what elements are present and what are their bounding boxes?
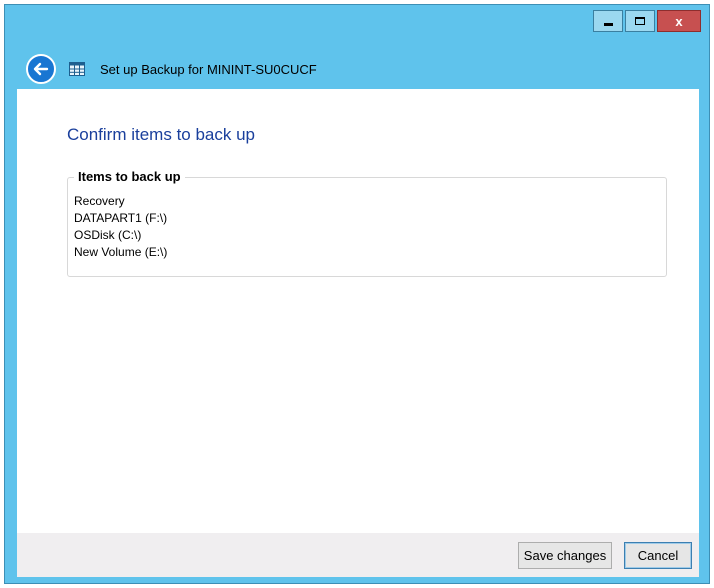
list-item: New Volume (E:\) — [74, 245, 168, 259]
group-label: Items to back up — [74, 169, 185, 184]
content-panel: Confirm items to back up Items to back u… — [17, 89, 699, 577]
navigation-bar: Set up Backup for MININT-SU0CUCF — [5, 49, 709, 89]
window-title: Set up Backup for MININT-SU0CUCF — [100, 61, 317, 77]
cancel-button[interactable]: Cancel — [624, 542, 692, 569]
close-button[interactable]: x — [657, 10, 701, 32]
save-changes-button[interactable]: Save changes — [518, 542, 612, 569]
maximize-icon — [635, 17, 645, 25]
backup-app-icon — [68, 60, 86, 78]
close-icon: x — [675, 13, 683, 29]
minimize-icon — [603, 23, 613, 26]
items-group-box: Items to back up Recovery DATAPART1 (F:\… — [67, 169, 667, 277]
window-controls: x — [593, 10, 701, 32]
page-title: Confirm items to back up — [67, 125, 256, 144]
list-item: Recovery — [74, 194, 125, 208]
backup-window: x Set up Backup for MININT-SU0CUCF Confi… — [4, 4, 710, 584]
back-button[interactable] — [26, 54, 56, 84]
list-item: DATAPART1 (F:\) — [74, 211, 168, 225]
maximize-button[interactable] — [625, 10, 655, 32]
list-item: OSDisk (C:\) — [74, 228, 142, 242]
footer-bar: Save changes Cancel — [17, 533, 699, 577]
items-list: Recovery DATAPART1 (F:\) OSDisk (C:\) Ne… — [74, 193, 167, 261]
back-arrow-icon — [33, 62, 49, 76]
minimize-button[interactable] — [593, 10, 623, 32]
